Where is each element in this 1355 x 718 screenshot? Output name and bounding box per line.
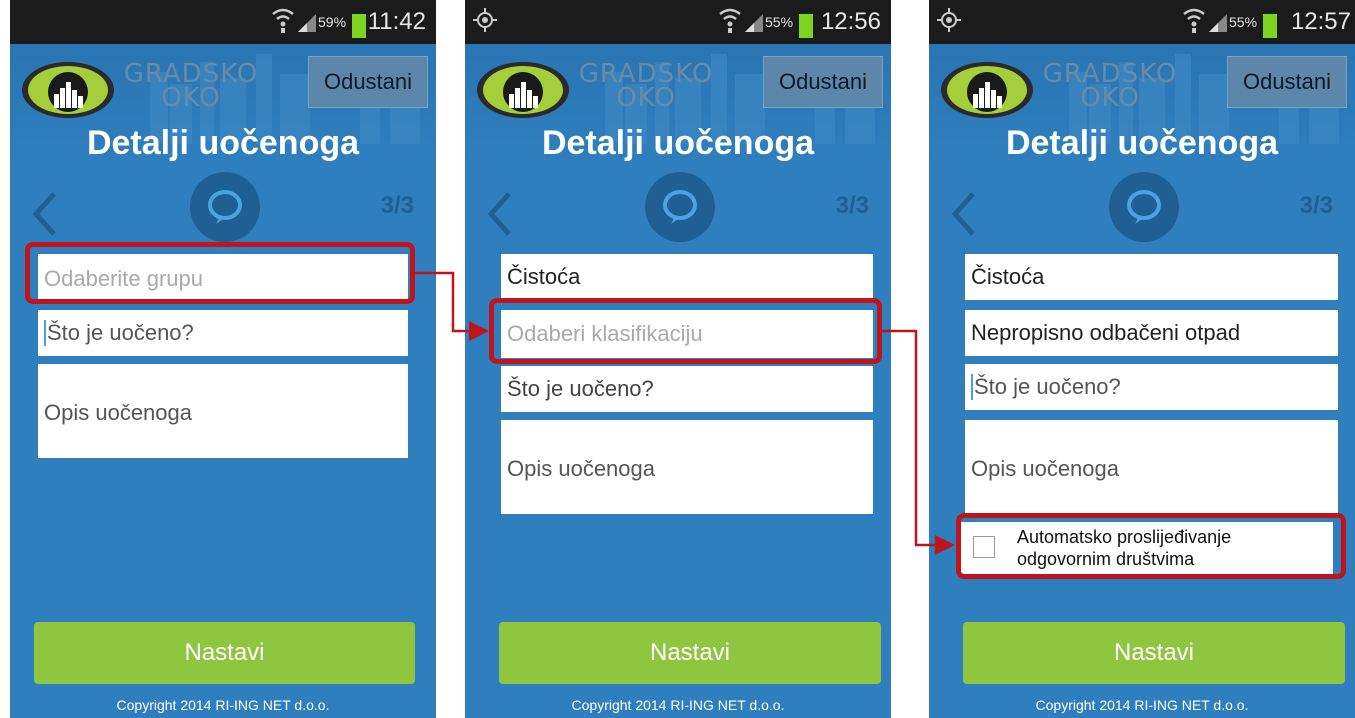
connector-arrow-1 [415, 271, 489, 341]
flow-connectors [415, 271, 955, 555]
connector-arrow-2 [882, 329, 955, 555]
